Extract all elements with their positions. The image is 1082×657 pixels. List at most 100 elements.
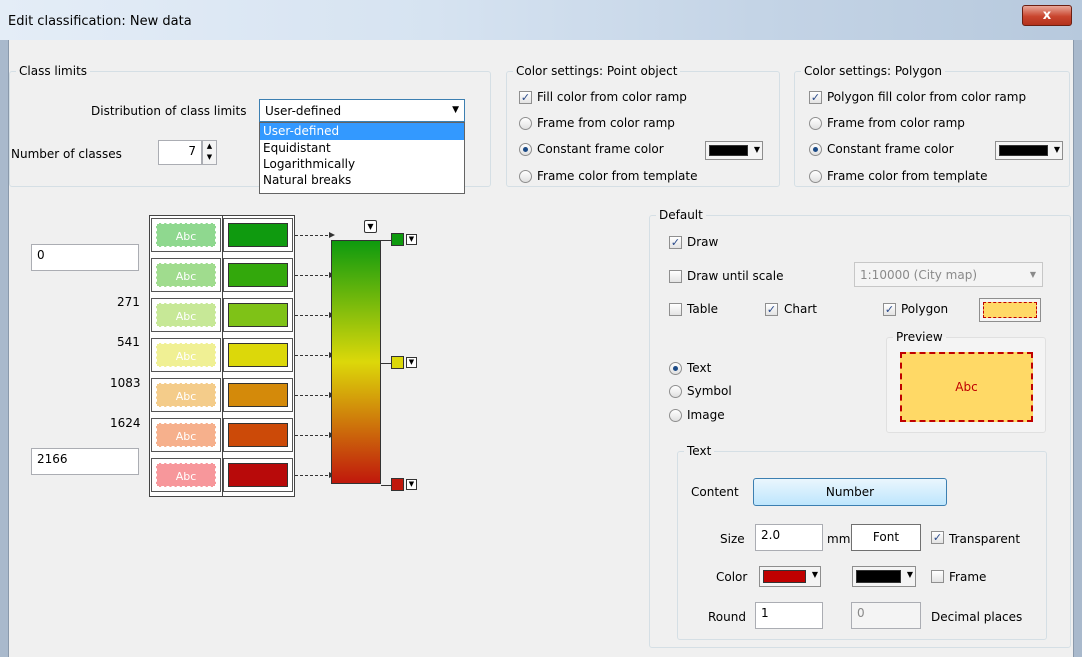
ramp-stop-swatch[interactable] xyxy=(391,478,404,491)
class-color-swatch xyxy=(228,263,288,287)
class-color-cell[interactable] xyxy=(223,218,293,252)
class-color-cell[interactable] xyxy=(223,418,293,452)
chevron-down-icon[interactable]: ▼ xyxy=(406,479,417,490)
polygon-checkbox[interactable]: ✓ xyxy=(883,303,896,316)
distribution-label: Distribution of class limits xyxy=(91,104,247,118)
frame-label: Frame xyxy=(949,570,987,584)
class-color-cell[interactable] xyxy=(223,338,293,372)
class-fill-cell[interactable]: Abc xyxy=(151,298,221,332)
text-settings-legend: Text xyxy=(687,444,712,458)
round-input[interactable]: 1 xyxy=(755,602,823,629)
content-button[interactable]: Number xyxy=(753,478,947,506)
chevron-down-icon: ▼ xyxy=(753,145,760,154)
class-color-cell[interactable] xyxy=(223,258,293,292)
point-constant-frame-radio[interactable] xyxy=(519,143,532,156)
ramp-menu-button[interactable]: ▼ xyxy=(364,220,377,233)
class-fill-cell[interactable]: Abc xyxy=(151,258,221,292)
class-fill-cell[interactable]: Abc xyxy=(151,418,221,452)
text-radio[interactable] xyxy=(669,362,682,375)
class-color-cell[interactable] xyxy=(223,458,293,492)
class-color-swatch xyxy=(228,303,288,327)
class-arrow xyxy=(295,232,335,238)
class-fill-cell[interactable]: Abc xyxy=(151,218,221,252)
point-fill-checkbox[interactable]: ✓ xyxy=(519,91,532,104)
table-checkbox[interactable] xyxy=(669,303,682,316)
limit-start-input[interactable]: 0 xyxy=(31,244,139,271)
color-swatch xyxy=(856,570,901,583)
distribution-select[interactable]: User-defined ▼ xyxy=(259,99,465,122)
limit-end-input[interactable]: 2166 xyxy=(31,448,139,475)
polygon-constant-frame-radio[interactable] xyxy=(809,143,822,156)
color-label: Color xyxy=(716,570,748,584)
class-fill-cell[interactable]: Abc xyxy=(151,378,221,412)
transparent-checkbox[interactable]: ✓ xyxy=(931,531,944,544)
color-swatch xyxy=(709,145,748,156)
distribution-select-value: User-defined xyxy=(265,104,342,118)
num-classes-spinner[interactable]: ▲ ▼ xyxy=(202,140,217,165)
dropdown-option-user-defined[interactable]: User-defined xyxy=(260,123,464,140)
class-fill-swatch: Abc xyxy=(156,463,216,487)
text-frame-color-button[interactable]: ▼ xyxy=(852,566,916,587)
class-limits-legend: Class limits xyxy=(19,64,88,78)
ramp-stop-line xyxy=(381,240,391,241)
scale-select[interactable]: 1:10000 (City map) ▼ xyxy=(854,262,1043,287)
chevron-down-icon[interactable]: ▼ xyxy=(406,234,417,245)
ramp-stop-swatch[interactable] xyxy=(391,233,404,246)
size-input[interactable]: 2.0 xyxy=(755,524,823,551)
chart-label: Chart xyxy=(784,302,817,316)
size-unit-label: mm xyxy=(827,532,851,546)
close-button[interactable]: x xyxy=(1022,5,1072,26)
num-classes-value: 7 xyxy=(188,144,196,158)
class-fill-cell[interactable]: Abc xyxy=(151,458,221,492)
preview-box: Abc xyxy=(900,352,1033,422)
dropdown-option-logarithmically[interactable]: Logarithmically xyxy=(260,156,464,172)
polygon-fill-checkbox[interactable]: ✓ xyxy=(809,91,822,104)
image-radio-label: Image xyxy=(687,408,725,422)
dropdown-option-equidistant[interactable]: Equidistant xyxy=(260,140,464,156)
limit-value: 1083 xyxy=(110,376,141,390)
point-constant-frame-label: Constant frame color xyxy=(537,142,664,156)
font-button[interactable]: Font xyxy=(851,524,921,551)
class-color-swatch xyxy=(228,463,288,487)
color-swatch xyxy=(763,570,806,583)
symbol-radio[interactable] xyxy=(669,385,682,398)
class-color-swatch xyxy=(228,383,288,407)
limit-value: 1624 xyxy=(110,416,141,430)
class-color-cell[interactable] xyxy=(223,378,293,412)
draw-checkbox[interactable]: ✓ xyxy=(669,236,682,249)
point-colors-legend: Color settings: Point object xyxy=(516,64,678,78)
preview-legend: Preview xyxy=(896,330,943,344)
dialog-body: Class limits Distribution of class limit… xyxy=(8,40,1074,657)
num-classes-input[interactable]: 7 xyxy=(158,140,202,165)
chart-checkbox[interactable]: ✓ xyxy=(765,303,778,316)
class-color-swatch xyxy=(228,343,288,367)
class-color-cell[interactable] xyxy=(223,298,293,332)
text-color-button[interactable]: ▼ xyxy=(759,566,821,587)
point-frame-template-label: Frame color from template xyxy=(537,169,698,183)
point-frame-ramp-radio[interactable] xyxy=(519,117,532,130)
point-frame-color-button[interactable]: ▼ xyxy=(705,141,763,160)
point-frame-template-radio[interactable] xyxy=(519,170,532,183)
polygon-style-button[interactable] xyxy=(979,298,1041,322)
polygon-frame-template-radio[interactable] xyxy=(809,170,822,183)
chevron-down-icon[interactable]: ▼ xyxy=(406,357,417,368)
spin-up-icon[interactable]: ▲ xyxy=(203,141,216,152)
spin-down-icon[interactable]: ▼ xyxy=(203,152,216,163)
text-radio-label: Text xyxy=(687,361,712,375)
class-fill-cell[interactable]: Abc xyxy=(151,338,221,372)
class-arrow xyxy=(295,272,335,278)
dropdown-option-natural-breaks[interactable]: Natural breaks xyxy=(260,172,464,188)
class-arrow xyxy=(295,352,335,358)
draw-until-scale-label: Draw until scale xyxy=(687,269,784,283)
polygon-frame-color-button[interactable]: ▼ xyxy=(995,141,1063,160)
image-radio[interactable] xyxy=(669,409,682,422)
polygon-frame-ramp-radio[interactable] xyxy=(809,117,822,130)
chevron-down-icon: ▼ xyxy=(1053,145,1060,154)
limit-start-value: 0 xyxy=(37,248,45,262)
chevron-down-icon: ▼ xyxy=(906,570,913,579)
draw-until-scale-checkbox[interactable] xyxy=(669,270,682,283)
decimals-input: 0 xyxy=(851,602,921,629)
chevron-down-icon: ▼ xyxy=(452,105,459,115)
frame-checkbox[interactable] xyxy=(931,570,944,583)
ramp-stop-swatch[interactable] xyxy=(391,356,404,369)
